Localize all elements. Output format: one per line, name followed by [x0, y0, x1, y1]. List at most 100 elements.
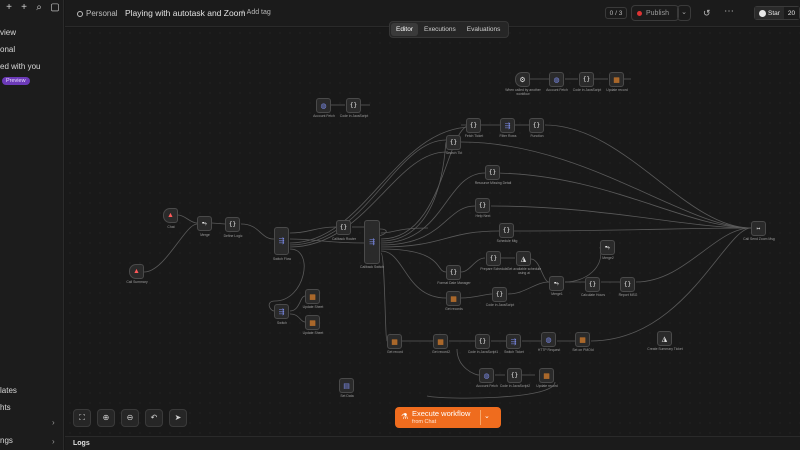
- update-record-node[interactable]: ▦: [609, 72, 624, 87]
- workflow-trigger-node[interactable]: ⚙: [515, 72, 530, 87]
- function-label: Function: [530, 134, 544, 138]
- fit-view-button[interactable]: ⛶: [73, 409, 91, 427]
- breadcrumb[interactable]: Personal: [77, 9, 118, 18]
- report-msg-node[interactable]: {}: [620, 277, 635, 292]
- schedule-mtg-node[interactable]: {}: [499, 223, 514, 238]
- calculate-hours-node[interactable]: {}: [585, 277, 600, 292]
- execute-workflow-button[interactable]: ⚗ Execute workflow from Chat ⌄: [395, 407, 501, 428]
- code-js1-node[interactable]: {}: [475, 334, 490, 349]
- help-next-node[interactable]: {}: [475, 198, 490, 213]
- chevron-right-icon[interactable]: ›: [52, 418, 55, 427]
- sidebar-item-insights[interactable]: hts: [0, 403, 11, 412]
- ai-icon: ⚙: [519, 76, 526, 84]
- filter-rows-node[interactable]: ⇶: [500, 118, 515, 133]
- trigger-icon: ▲: [167, 212, 174, 219]
- more-icon[interactable]: ⋯: [724, 6, 734, 17]
- get-records-node[interactable]: ▦: [446, 291, 461, 306]
- format-date-node[interactable]: {}: [446, 265, 461, 280]
- sidebar-item-overview[interactable]: view: [0, 28, 16, 37]
- callback-router-node[interactable]: {}: [336, 220, 351, 235]
- sidebar-item-shared[interactable]: ed with you: [0, 62, 40, 71]
- callback-switch-node[interactable]: ⇶: [364, 220, 380, 264]
- github-star-button[interactable]: Star 20: [754, 6, 800, 20]
- update-record-label: Update record: [606, 88, 628, 92]
- logs-label: Logs: [73, 440, 90, 447]
- tab-executions[interactable]: Executions: [419, 23, 461, 36]
- search-tkt-node[interactable]: {}: [446, 135, 461, 150]
- publish-dropdown-button[interactable]: ⌄: [677, 5, 691, 21]
- code-icon: {}: [339, 224, 348, 231]
- history-icon[interactable]: ↺: [703, 8, 711, 19]
- code-icon: {}: [478, 338, 487, 345]
- call-summary-node[interactable]: ▲: [129, 264, 144, 279]
- get-record2-node[interactable]: ▦: [433, 334, 448, 349]
- workflow-title[interactable]: Playing with autotask and Zoom: [125, 8, 245, 18]
- http-request-node-3[interactable]: ◍: [541, 332, 556, 347]
- code-js-node[interactable]: {}: [346, 98, 361, 113]
- search-icon[interactable]: ⌕: [34, 3, 44, 13]
- code-icon: {}: [228, 221, 237, 228]
- callback-router-label: Callback Router: [331, 237, 357, 241]
- code-js2-node[interactable]: {}: [507, 368, 522, 383]
- sidebar-toggle-icon[interactable]: ▢: [50, 3, 60, 13]
- undo-button[interactable]: ↶: [145, 409, 163, 427]
- switch-flow-node[interactable]: ⇶: [274, 227, 289, 255]
- code-icon: {}: [489, 255, 498, 262]
- set-data-node[interactable]: ▤: [339, 378, 354, 393]
- set-pmoid-node[interactable]: ▦: [575, 332, 590, 347]
- select-tool-button[interactable]: ➤: [169, 409, 187, 427]
- new-icon[interactable]: +: [19, 3, 29, 13]
- merge1-label: Merge1: [551, 292, 563, 296]
- person-icon: [77, 11, 83, 17]
- chevron-down-icon[interactable]: ⌄: [484, 412, 490, 420]
- switch-icon: ⇶: [510, 338, 517, 346]
- update-record-node-2[interactable]: ▦: [539, 368, 554, 383]
- zoom-in-button[interactable]: ⊕: [97, 409, 115, 427]
- code-js-label-3: Code in JavaScript: [485, 303, 515, 307]
- add-tag-button[interactable]: + Add tag: [241, 9, 271, 16]
- chevron-right-icon[interactable]: ›: [52, 437, 55, 446]
- undo-icon: ↶: [150, 413, 158, 422]
- tab-editor[interactable]: Editor: [391, 23, 418, 36]
- get-records-label: Get records: [445, 307, 463, 311]
- update-sheet-node-2[interactable]: ▦: [305, 315, 320, 330]
- sidebar-item-personal[interactable]: onal: [0, 45, 15, 54]
- tab-evaluations[interactable]: Evaluations: [462, 23, 506, 36]
- chat-trigger-node[interactable]: ▲: [163, 208, 178, 223]
- code-js-node-3[interactable]: {}: [492, 287, 507, 302]
- get-record-node[interactable]: ▦: [387, 334, 402, 349]
- version-counter: 0 / 3: [605, 7, 627, 19]
- define-logic-node[interactable]: {}: [225, 217, 240, 232]
- switch-ticket-label: Switch Ticket: [504, 350, 524, 354]
- globe-icon: ◍: [545, 336, 552, 344]
- fetch-ticket-node[interactable]: {}: [466, 118, 481, 133]
- merge-node[interactable]: ⥱: [197, 216, 212, 231]
- http-request-node[interactable]: ◍: [316, 98, 331, 113]
- http-request-node-4[interactable]: ◍: [479, 368, 494, 383]
- http-request-node-2[interactable]: ◍: [549, 72, 564, 87]
- sidebar-item-templates[interactable]: lates: [0, 386, 17, 395]
- merge2-node[interactable]: ⥱: [600, 240, 615, 255]
- ai-schedule-node[interactable]: ◮: [516, 251, 531, 266]
- sidebar-item-settings[interactable]: ngs: [0, 436, 13, 445]
- prepare-schedule-node[interactable]: {}: [486, 251, 501, 266]
- logs-panel[interactable]: Logs: [65, 436, 800, 450]
- add-icon[interactable]: +: [4, 3, 14, 13]
- call-send-zoom-node[interactable]: ↦: [751, 221, 766, 236]
- switch-node[interactable]: ⇶: [274, 304, 289, 319]
- merge-icon: ⥱: [554, 279, 559, 287]
- workflow-canvas[interactable]: ▲ Chat ▲ Call Summary ⥱ Merge {} Define …: [65, 28, 800, 436]
- zoom-out-button[interactable]: ⊖: [121, 409, 139, 427]
- resource-missing-node[interactable]: {}: [485, 165, 500, 180]
- update-sheet-node[interactable]: ▦: [305, 289, 320, 304]
- merge1-node[interactable]: ⥱: [549, 276, 564, 291]
- execute-label: Execute workflow: [412, 409, 471, 418]
- merge-icon: ⥱: [605, 243, 610, 251]
- table-icon: ▦: [391, 338, 398, 346]
- publish-button[interactable]: Publish: [631, 5, 679, 21]
- switch-ticket-node[interactable]: ⇶: [506, 334, 521, 349]
- function-node[interactable]: {}: [529, 118, 544, 133]
- flask-icon: ⚗: [401, 412, 409, 421]
- ai-summary-node[interactable]: ◮: [657, 331, 672, 346]
- code-js-node-2[interactable]: {}: [579, 72, 594, 87]
